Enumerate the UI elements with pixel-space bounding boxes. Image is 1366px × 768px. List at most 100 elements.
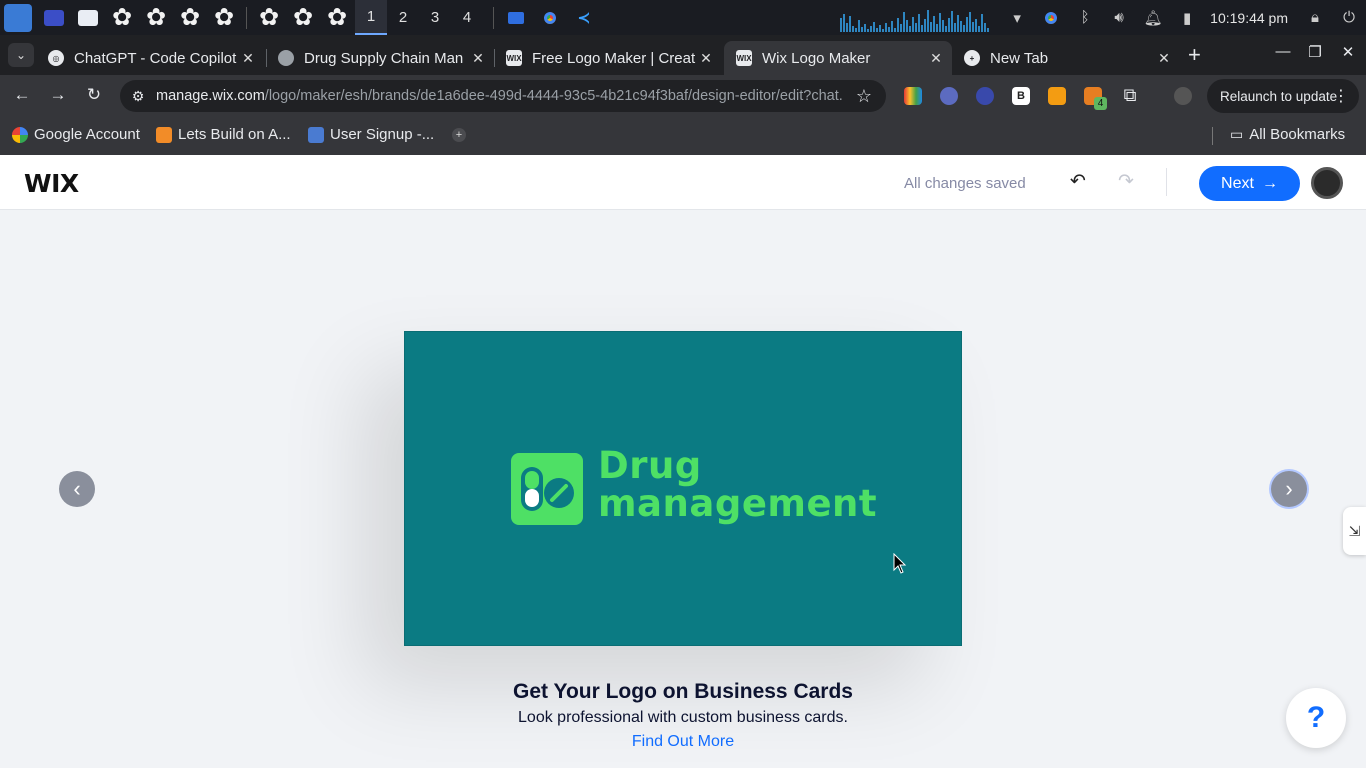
tab-chatgpt[interactable]: ◎ ChatGPT - Code Copilot ✕ bbox=[36, 41, 264, 75]
all-bookmarks-label: All Bookmarks bbox=[1249, 126, 1346, 143]
tab-wix-logo-maker[interactable]: WIX Wix Logo Maker ✕ bbox=[724, 41, 952, 75]
os-taskbar: ✿ ✿ ✿ ✿ ✿ ✿ ✿ 1 2 3 4 ≺ ▾ ᛒ 🔊︎ 🔔︎ ▮ 10:1… bbox=[0, 0, 1366, 35]
power-icon[interactable]: ⏻ bbox=[1332, 9, 1366, 26]
relaunch-button[interactable]: Relaunch to update ⋮ bbox=[1207, 79, 1359, 113]
clock[interactable]: 10:19:44 pm bbox=[1204, 10, 1298, 26]
bookmark-label: Lets Build on A... bbox=[178, 126, 291, 143]
tab-free-logo-maker[interactable]: WIX Free Logo Maker | Creat ✕ bbox=[494, 41, 722, 75]
undo-icon[interactable]: ↶ bbox=[1070, 170, 1086, 193]
extension-icon[interactable] bbox=[976, 87, 994, 105]
workspace-1[interactable]: 1 bbox=[355, 0, 387, 35]
close-icon[interactable]: ✕ bbox=[926, 50, 946, 67]
help-button[interactable]: ? bbox=[1286, 688, 1346, 748]
gear-icon[interactable]: ✿ bbox=[178, 5, 202, 30]
gear-icon[interactable]: ✿ bbox=[110, 5, 134, 30]
header-divider bbox=[1166, 168, 1167, 196]
tab-title: Wix Logo Maker bbox=[762, 49, 871, 67]
previous-arrow-button[interactable]: ‹ bbox=[59, 471, 95, 507]
chrome-tray-icon[interactable] bbox=[1034, 8, 1068, 27]
vscode-icon[interactable]: ≺ bbox=[572, 6, 596, 30]
profile-avatar-icon[interactable] bbox=[1174, 87, 1192, 105]
bookmark-label: User Signup -... bbox=[330, 126, 435, 143]
app-launcher-icon[interactable] bbox=[4, 3, 32, 32]
tab-new-tab[interactable]: + New Tab ✕ bbox=[952, 41, 1180, 75]
workspace-3[interactable]: 3 bbox=[419, 0, 451, 35]
new-tab-plus-icon: + bbox=[964, 50, 980, 66]
close-icon[interactable]: ✕ bbox=[468, 50, 488, 67]
wix-favicon-icon: WIX bbox=[506, 50, 522, 66]
next-button[interactable]: Next → bbox=[1199, 166, 1300, 201]
notification-bell-icon[interactable]: 🔔︎ bbox=[1136, 9, 1170, 27]
user-avatar[interactable] bbox=[1311, 167, 1343, 199]
address-url[interactable]: manage.wix.com/logo/maker/esh/brands/de1… bbox=[156, 88, 842, 104]
workspace-2[interactable]: 2 bbox=[387, 0, 419, 35]
extension-icon[interactable] bbox=[940, 87, 958, 105]
lock-icon[interactable]: 🔒︎ bbox=[1298, 9, 1332, 26]
bluetooth-icon[interactable]: ᛒ bbox=[1068, 9, 1102, 26]
chrome-icon[interactable] bbox=[538, 6, 562, 30]
bookmark-star-icon[interactable]: ☆ bbox=[842, 86, 886, 107]
close-icon[interactable]: ✕ bbox=[1154, 50, 1174, 67]
promo-title: Get Your Logo on Business Cards bbox=[513, 680, 853, 703]
tab-title: New Tab bbox=[990, 49, 1049, 67]
tab-title: ChatGPT - Code Copilot bbox=[74, 49, 237, 67]
redo-icon[interactable]: ↷ bbox=[1118, 170, 1134, 193]
color-palette-extension-icon[interactable] bbox=[904, 87, 922, 105]
minimize-icon[interactable]: — bbox=[1268, 43, 1298, 60]
google-icon bbox=[12, 126, 28, 143]
reload-icon[interactable]: ↻ bbox=[82, 85, 106, 105]
bookmark-label: Google Account bbox=[34, 126, 140, 143]
maximize-icon[interactable]: ❐ bbox=[1300, 43, 1330, 61]
workspace-4[interactable]: 4 bbox=[451, 0, 483, 35]
link-label[interactable]: Find Out More bbox=[632, 733, 734, 750]
address-bar[interactable]: ⚙ manage.wix.com/logo/maker/esh/brands/d… bbox=[120, 80, 886, 112]
file-manager-icon[interactable] bbox=[76, 6, 100, 30]
next-arrow-button[interactable]: › bbox=[1271, 471, 1307, 507]
system-tray: ▾ ᛒ 🔊︎ 🔔︎ ▮ 10:19:44 pm 🔒︎ ⏻ bbox=[1000, 0, 1366, 35]
close-icon[interactable]: ✕ bbox=[696, 50, 716, 67]
pill-logo-icon bbox=[511, 453, 583, 525]
gear-icon[interactable]: ✿ bbox=[144, 5, 168, 30]
new-tab-plus-icon[interactable]: + bbox=[1188, 44, 1201, 66]
openai-icon: ◎ bbox=[48, 50, 64, 66]
close-icon[interactable]: ✕ bbox=[238, 50, 258, 67]
bookmark-user-signup[interactable]: User Signup -... bbox=[308, 126, 434, 143]
cube-icon bbox=[156, 126, 172, 143]
add-bookmark-plus-icon[interactable]: + bbox=[452, 128, 466, 142]
bookmark-lets-build[interactable]: Lets Build on A... bbox=[156, 126, 291, 143]
business-card-preview: Drug management bbox=[404, 331, 962, 646]
side-panel-toggle-icon[interactable]: ⇲ bbox=[1343, 507, 1366, 555]
all-bookmarks-button[interactable]: ▭ All Bookmarks bbox=[1230, 126, 1345, 143]
close-window-icon[interactable]: ✕ bbox=[1333, 43, 1363, 61]
wifi-icon[interactable]: ▾ bbox=[1000, 9, 1034, 27]
volume-icon[interactable]: 🔊︎ bbox=[1102, 9, 1136, 26]
extension-icon[interactable] bbox=[1048, 87, 1066, 105]
tab-drug-supply[interactable]: Drug Supply Chain Man ✕ bbox=[266, 41, 494, 75]
folder-icon[interactable] bbox=[504, 6, 528, 30]
tab-title: Free Logo Maker | Creat bbox=[532, 49, 696, 67]
site-settings-icon[interactable]: ⚙ bbox=[120, 88, 156, 105]
window-switcher-icon[interactable] bbox=[42, 6, 66, 30]
wix-logo[interactable]: WIX bbox=[24, 169, 79, 198]
bookmark-google-account[interactable]: Google Account bbox=[12, 126, 140, 143]
logo-line-2: management bbox=[598, 482, 878, 525]
extensions-puzzle-icon[interactable]: ⧉ bbox=[1118, 85, 1142, 106]
wix-favicon-icon: WIX bbox=[736, 50, 752, 66]
gear-icon[interactable]: ✿ bbox=[291, 5, 315, 30]
battery-icon[interactable]: ▮ bbox=[1170, 9, 1204, 27]
page-icon bbox=[308, 126, 324, 143]
find-out-more-link[interactable]: Find Out More bbox=[0, 733, 1366, 751]
tab-search-chevron-icon[interactable]: ⌄ bbox=[8, 43, 34, 67]
gear-icon[interactable]: ✿ bbox=[325, 5, 349, 30]
badged-extension-icon[interactable]: 4 bbox=[1084, 87, 1107, 110]
relaunch-label: Relaunch to update bbox=[1220, 88, 1338, 104]
forward-arrow-icon[interactable]: → bbox=[46, 85, 70, 105]
gear-icon[interactable]: ✿ bbox=[257, 5, 281, 30]
arrow-right-icon: → bbox=[1261, 174, 1278, 192]
wix-header: WIX All changes saved ↶ ↷ Next → bbox=[0, 155, 1366, 210]
back-arrow-icon[interactable]: ← bbox=[10, 85, 34, 105]
more-vert-icon[interactable]: ⋮ bbox=[1333, 86, 1349, 106]
b-extension-icon[interactable]: B bbox=[1012, 87, 1030, 105]
gear-icon[interactable]: ✿ bbox=[212, 5, 236, 30]
next-label: Next bbox=[1221, 174, 1254, 192]
